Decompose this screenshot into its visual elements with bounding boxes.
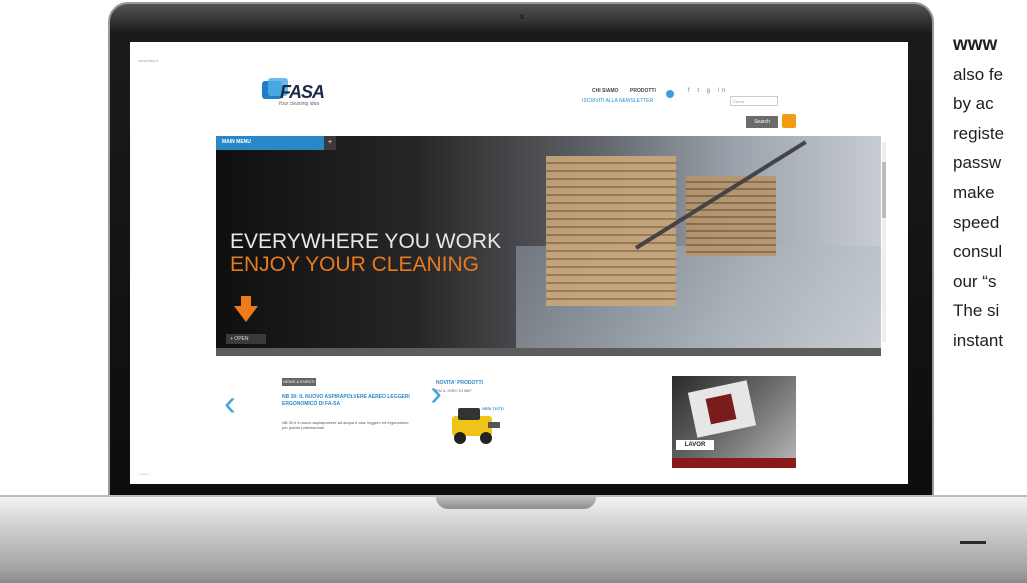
article-line: speed xyxy=(953,212,1000,232)
webcam-icon xyxy=(519,14,525,20)
down-arrow-icon xyxy=(234,306,258,322)
article-text: www also fe by ac registe passw make spe… xyxy=(953,30,1027,356)
article-line: instant xyxy=(953,330,1004,350)
indicator-light xyxy=(960,541,986,544)
nav-item-prodotti[interactable]: PRODOTTI xyxy=(630,88,656,94)
hero-title-line2: ENJOY YOUR CLEANING xyxy=(230,253,479,276)
news-body: NB 30 è il nuovo aspirapolvere ad acqua … xyxy=(282,420,410,430)
promo-title[interactable]: NOVITA' PRODOTTI xyxy=(436,380,526,387)
news-title[interactable]: NB 30: IL NUOVO ASPIRAPOLVERE AEREO LEGG… xyxy=(282,394,412,408)
hero-banner[interactable]: MAIN MENU + EVERYWHERE YOU WORK ENJOY YO… xyxy=(216,136,881,356)
hero-bottom-strip xyxy=(216,348,881,356)
article-line: passw xyxy=(953,153,1002,173)
social-icons[interactable]: f t g in xyxy=(688,88,728,94)
article-line: our “s xyxy=(953,271,997,291)
rss-icon[interactable] xyxy=(782,114,796,128)
hero-open-tab[interactable]: + OPEN xyxy=(226,334,266,344)
news-badge: NEWS & EVENTI xyxy=(282,378,316,386)
main-menu-bar[interactable]: MAIN MENU xyxy=(216,136,324,150)
article-line: also fe xyxy=(953,64,1004,84)
carousel-prev-icon[interactable]: ‹ xyxy=(224,382,236,424)
lavor-ad-banner[interactable]: LAVOR xyxy=(672,376,796,468)
logo-text[interactable]: FASA xyxy=(280,82,325,103)
main-menu-toggle-icon[interactable]: + xyxy=(324,136,336,150)
language-toggle-icon[interactable] xyxy=(666,90,674,98)
base-notch xyxy=(436,497,596,509)
hero-title-line1: EVERYWHERE YOU WORK xyxy=(230,230,502,253)
article-line: registe xyxy=(953,123,1005,143)
ad-footer-bar xyxy=(672,458,796,468)
newsletter-link[interactable]: ISCRIVITI ALLA NEWSLETTER xyxy=(582,98,653,104)
laptop-base xyxy=(0,495,1027,583)
nav-item-chi-siamo[interactable]: CHI SIAMO xyxy=(592,88,618,94)
sweeper-machine-image[interactable] xyxy=(444,402,504,446)
top-corner-text: www.fasa.it xyxy=(138,58,159,63)
search-button[interactable]: Search xyxy=(746,116,778,128)
lavor-logo: LAVOR xyxy=(676,440,714,450)
article-line: www xyxy=(953,34,998,55)
carousel-next-icon[interactable]: › xyxy=(430,372,442,414)
tagline: Your cleaning idea xyxy=(278,101,320,107)
search-input[interactable]: Cerca xyxy=(730,96,778,106)
laptop-screen: www.fasa.it FASA Your cleaning idea CHI … xyxy=(130,42,908,484)
hero-pallets-image xyxy=(546,156,676,306)
promo-subtitle: FAI IL GIRO DI 360° xyxy=(436,388,473,393)
ad-card-image xyxy=(705,393,737,425)
article-line: consul xyxy=(953,242,1003,262)
scrollbar-thumb[interactable] xyxy=(882,162,886,218)
article-line: by ac xyxy=(953,94,994,114)
footer-text: © fasa.it xyxy=(138,472,150,476)
article-line: make xyxy=(953,182,995,202)
main-menu-label: MAIN MENU xyxy=(222,139,251,145)
article-line: The si xyxy=(953,301,1000,321)
